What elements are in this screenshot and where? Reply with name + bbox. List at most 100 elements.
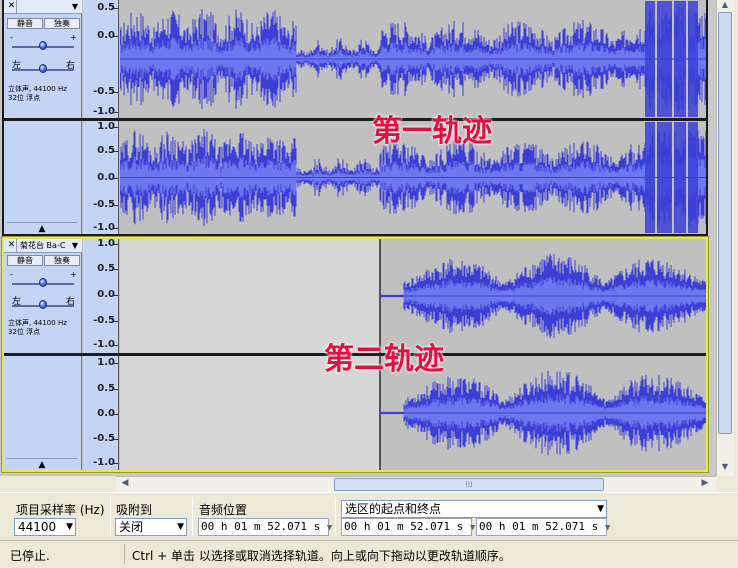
audio-position-value: 00 h 01 m 52.071 s xyxy=(201,520,321,533)
ruler-tick-mark xyxy=(114,439,118,440)
gain-slider[interactable] xyxy=(12,277,74,289)
selection-start-value: 00 h 01 m 52.071 s xyxy=(344,520,464,533)
selection-toolbar: 项目采样率 (Hz) 44100 ▼ 吸附到 关闭 ▼ 音频位置 00 h 01… xyxy=(0,492,738,538)
track-title-bar[interactable]: ✕ ▼ xyxy=(4,0,82,14)
collapse-up-icon[interactable]: ▲ xyxy=(7,222,77,234)
selection-mode-combo[interactable]: 选区的起点和终点 ▼ xyxy=(341,500,607,518)
track-workspace[interactable]: ✕ ▼ 静音 独奏 - + 左 右 立体声, 44100 Hz 32位 浮点 ▲… xyxy=(0,0,716,476)
ruler-tick-label: 1.0 xyxy=(97,357,115,368)
arrow-up-icon[interactable]: ▲ xyxy=(718,0,732,12)
ruler-tick-label: -0.5 xyxy=(93,86,115,97)
ruler-tick-mark xyxy=(114,8,118,9)
ruler-tick-mark xyxy=(114,178,118,179)
ruler-tick-mark xyxy=(114,363,118,364)
chevron-down-icon[interactable]: ▼ xyxy=(605,523,610,533)
ruler-tick-mark xyxy=(114,345,118,346)
chevron-down-icon[interactable]: ▼ xyxy=(470,523,475,533)
ruler-tick-label: 0.0 xyxy=(97,289,115,300)
ruler-tick-mark xyxy=(114,321,118,322)
track-title-bar[interactable]: ✕ 菊花台 Ba-C ▼ xyxy=(4,239,82,253)
gain-slider-knob[interactable] xyxy=(39,278,47,287)
vertical-ruler[interactable]: 0.5 0.0 -0.5 -1.0 1.0 0.5 0.0 -0.5 -1.0 xyxy=(83,0,119,234)
status-bar: 已停止. Ctrl + 单击 以选择或取消选择轨道。向上或向下拖动以更改轨道顺序… xyxy=(0,540,738,568)
status-state: 已停止. xyxy=(10,549,50,563)
ruler-tick-mark xyxy=(114,92,118,93)
ruler-tick-mark xyxy=(114,389,118,390)
ruler-tick-mark xyxy=(114,36,118,37)
pan-slider-knob[interactable] xyxy=(39,64,47,73)
project-rate-value: 44100 xyxy=(18,520,57,534)
track-info-bitdepth: 32位 浮点 xyxy=(8,94,41,102)
arrow-left-icon[interactable]: ◀ xyxy=(118,478,132,491)
pan-slider[interactable] xyxy=(12,63,74,75)
ruler-tick-label: 0.5 xyxy=(97,263,115,274)
mute-button[interactable]: 静音 xyxy=(7,18,43,29)
track-overlay-label: 第一轨迹 xyxy=(372,114,492,149)
ruler-tick-mark xyxy=(114,112,118,113)
collapse-up-icon[interactable]: ▲ xyxy=(7,458,77,470)
vertical-scrollbar[interactable]: ▲ ▼ xyxy=(716,0,734,476)
arrow-right-icon[interactable]: ▶ xyxy=(698,478,712,491)
track-control-panel[interactable]: ✕ ▼ 静音 独奏 - + 左 右 立体声, 44100 Hz 32位 浮点 ▲ xyxy=(4,0,82,234)
horizontal-scrollbar[interactable]: ◀ ⁞⁞⁞ ▶ xyxy=(116,476,716,492)
mute-button[interactable]: 静音 xyxy=(7,255,43,266)
ruler-tick-mark xyxy=(114,127,118,128)
waveform-channel-left[interactable] xyxy=(120,0,706,118)
track-info-format: 立体声, 44100 Hz xyxy=(8,319,67,327)
audio-position-field[interactable]: 00 h 01 m 52.071 s ▼ xyxy=(198,518,332,536)
horizontal-scroll-thumb[interactable]: ⁞⁞⁞ xyxy=(334,478,604,491)
track-name[interactable] xyxy=(20,0,70,13)
chevron-down-icon[interactable]: ▼ xyxy=(327,523,332,533)
ruler-tick-mark xyxy=(114,463,118,464)
ruler-tick-label: -0.5 xyxy=(93,433,115,444)
selection-end-field[interactable]: 00 h 01 m 52.071 s ▼ xyxy=(476,518,610,536)
close-icon[interactable]: ✕ xyxy=(7,0,17,13)
chevron-down-icon[interactable]: ▼ xyxy=(177,519,184,535)
selection-start-field[interactable]: 00 h 01 m 52.071 s ▼ xyxy=(341,518,475,536)
ruler-tick-label: 0.5 xyxy=(97,2,115,13)
track-name[interactable]: 菊花台 Ba-C xyxy=(20,239,70,252)
toolbar-divider xyxy=(110,497,111,535)
pan-slider-knob[interactable] xyxy=(39,300,47,309)
gain-slider-knob[interactable] xyxy=(39,41,47,50)
pan-slider[interactable] xyxy=(12,299,74,311)
chevron-down-icon[interactable]: ▼ xyxy=(66,519,73,535)
status-divider xyxy=(124,544,125,564)
ruler-tick-label: 0.0 xyxy=(97,408,115,419)
ruler-tick-label: 0.0 xyxy=(97,30,115,41)
ruler-tick-label: -1.0 xyxy=(93,106,115,117)
chevron-down-icon[interactable]: ▼ xyxy=(597,501,604,517)
ruler-tick-mark xyxy=(114,205,118,206)
ruler-tick-mark xyxy=(114,295,118,296)
ruler-tick-label: 0.5 xyxy=(97,383,115,394)
track-2[interactable]: ✕ 菊花台 Ba-C ▼ 静音 独奏 - + 左 右 立体声, 44100 Hz… xyxy=(1,236,709,473)
vertical-scroll-thumb[interactable] xyxy=(718,12,732,434)
snap-to-combo[interactable]: 关闭 ▼ xyxy=(115,518,187,536)
selection-end-value: 00 h 01 m 52.071 s xyxy=(479,520,599,533)
solo-button[interactable]: 独奏 xyxy=(44,18,80,29)
ruler-tick-label: -1.0 xyxy=(93,222,115,233)
close-icon[interactable]: ✕ xyxy=(7,239,17,252)
ruler-tick-label: -1.0 xyxy=(93,339,115,350)
chevron-down-icon[interactable]: ▼ xyxy=(70,0,80,13)
project-rate-combo[interactable]: 44100 ▼ xyxy=(14,518,76,536)
audio-position-label: 音频位置 xyxy=(199,503,248,517)
project-rate-label: 项目采样率 (Hz) xyxy=(16,503,105,517)
chevron-down-icon[interactable]: ▼ xyxy=(70,239,80,252)
ruler-tick-mark xyxy=(114,151,118,152)
status-hint: Ctrl + 单击 以选择或取消选择轨道。向上或向下拖动以更改轨道顺序。 xyxy=(132,549,511,563)
arrow-down-icon[interactable]: ▼ xyxy=(718,462,732,474)
track-info-format: 立体声, 44100 Hz xyxy=(8,85,67,93)
track-overlay-label: 第二轨迹 xyxy=(324,342,444,377)
toolbar-divider xyxy=(192,497,193,535)
waveform-graphic xyxy=(120,1,706,117)
ruler-tick-label: -0.5 xyxy=(93,199,115,210)
toolbar-divider xyxy=(335,497,336,535)
track-1[interactable]: ✕ ▼ 静音 独奏 - + 左 右 立体声, 44100 Hz 32位 浮点 ▲… xyxy=(2,0,708,236)
track-info-bitdepth: 32位 浮点 xyxy=(8,328,41,336)
gain-slider[interactable] xyxy=(12,40,74,52)
ruler-tick-mark xyxy=(114,244,118,245)
ruler-tick-label: 0.5 xyxy=(97,145,115,156)
solo-button[interactable]: 独奏 xyxy=(44,255,80,266)
ruler-tick-label: 0.0 xyxy=(97,172,115,183)
